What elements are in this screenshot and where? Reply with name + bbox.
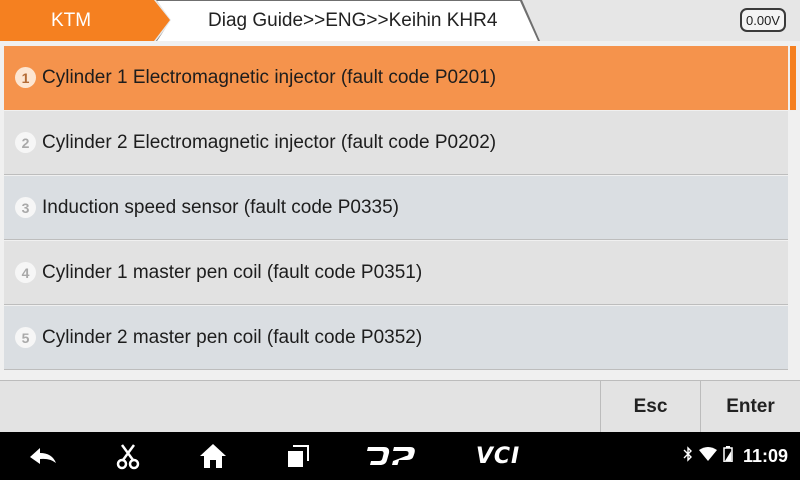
title-bar: KTM Diag Guide>>ENG>>Keihin KHR4 0.00V (0, 0, 800, 41)
voltage-badge: 0.00V (740, 8, 786, 32)
list-item[interactable]: 3 Induction speed sensor (fault code P03… (4, 176, 788, 240)
esc-button[interactable]: Esc (600, 381, 700, 432)
fault-list: 1 Cylinder 1 Electromagnetic injector (f… (4, 46, 788, 372)
list-item-label: Cylinder 1 master pen coil (fault code P… (42, 261, 423, 283)
breadcrumb: Diag Guide>>ENG>>Keihin KHR4 (157, 1, 538, 41)
voltage-value: 0.00V (746, 12, 780, 28)
action-bar: Esc Enter (0, 380, 800, 432)
list-item-label: Cylinder 2 Electromagnetic injector (fau… (42, 131, 497, 153)
brand-tab[interactable]: KTM (0, 0, 170, 41)
breadcrumb-label: Diag Guide>>ENG>>Keihin KHR4 (208, 10, 498, 31)
item-number-badge: 3 (15, 197, 36, 218)
bluetooth-icon (683, 445, 693, 467)
item-number-badge: 4 (15, 262, 36, 283)
list-item-label: Induction speed sensor (fault code P0335… (42, 196, 400, 218)
fault-list-panel: 1 Cylinder 1 Electromagnetic injector (f… (0, 41, 800, 380)
dp-icon[interactable] (366, 442, 416, 470)
back-icon[interactable] (26, 442, 60, 470)
vci-icon[interactable]: VCI (470, 442, 526, 470)
clock: 11:09 (742, 445, 788, 466)
item-number-badge: 2 (15, 132, 36, 153)
vci-label: VCI (475, 443, 521, 469)
enter-button-label: Enter (726, 395, 775, 417)
list-item[interactable]: 5 Cylinder 2 master pen coil (fault code… (4, 306, 788, 370)
system-nav-bar: VCI 11:09 (0, 432, 800, 480)
item-number-badge: 1 (15, 67, 36, 88)
status-area: 11:09 (683, 432, 788, 480)
battery-icon (723, 445, 733, 467)
esc-button-label: Esc (633, 395, 668, 417)
list-item[interactable]: 1 Cylinder 1 Electromagnetic injector (f… (4, 46, 788, 110)
enter-button[interactable]: Enter (700, 381, 800, 432)
list-item[interactable]: 2 Cylinder 2 Electromagnetic injector (f… (4, 111, 788, 175)
list-scrollbar[interactable] (790, 46, 796, 110)
list-item[interactable]: 4 Cylinder 1 master pen coil (fault code… (4, 241, 788, 305)
home-icon[interactable] (198, 442, 228, 470)
brand-label: KTM (50, 9, 92, 31)
list-item-label: Cylinder 2 master pen coil (fault code P… (42, 326, 423, 348)
recent-apps-icon[interactable] (284, 442, 312, 470)
item-number-badge: 5 (15, 327, 36, 348)
scissors-icon[interactable] (114, 442, 142, 470)
wifi-icon (698, 446, 717, 466)
list-item-label: Cylinder 1 Electromagnetic injector (fau… (42, 66, 497, 88)
